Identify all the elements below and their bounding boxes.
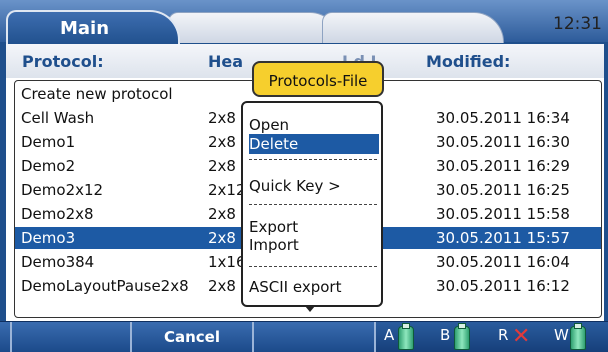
popup-pointer — [305, 306, 315, 312]
menu-divider — [249, 159, 377, 160]
protocol-name: Cell Wash — [21, 109, 95, 127]
menu-item-import[interactable]: Import — [249, 235, 379, 255]
protocol-name: DemoLayoutPause2x8 — [21, 277, 189, 295]
protocol-head: 2x8 — [208, 277, 236, 295]
protocol-modified: 30.05.2011 16:29 — [436, 157, 570, 175]
status-area: A B R ✕ W — [376, 322, 608, 352]
bottle-icon — [570, 323, 586, 350]
protocol-name: Demo2x12 — [21, 181, 104, 199]
column-head: Hea — [208, 52, 244, 71]
protocol-modified: 30.05.2011 16:04 — [436, 253, 570, 271]
protocol-head: 2x8 — [208, 109, 236, 127]
protocol-modified: 30.05.2011 15:57 — [436, 229, 570, 247]
protocols-file-menu: Open Delete Quick Key > Export Import AS… — [241, 101, 383, 307]
protocol-name: Demo2 — [21, 157, 76, 175]
status-label-r: R — [498, 326, 509, 344]
protocol-modified: 30.05.2011 16:25 — [436, 181, 570, 199]
protocol-name: Demo2x8 — [21, 205, 94, 223]
menu-divider — [249, 266, 377, 267]
cancel-button[interactable]: Cancel — [132, 322, 254, 352]
protocol-modified: 30.05.2011 16:34 — [436, 109, 570, 127]
protocol-head: 1x16 — [208, 253, 246, 271]
protocol-head: 2x8 — [208, 205, 236, 223]
x-icon: ✕ — [512, 324, 531, 349]
softkey-1[interactable] — [10, 322, 132, 352]
softkey-3[interactable] — [254, 322, 376, 352]
status-label-a: A — [384, 326, 395, 344]
protocol-name: Demo384 — [21, 253, 95, 271]
bottom-bar: Cancel A B R ✕ W — [0, 321, 608, 352]
protocol-head: 2x12 — [208, 181, 246, 199]
protocol-modified: 30.05.2011 16:30 — [436, 133, 570, 151]
tab-2[interactable] — [168, 12, 340, 43]
bottle-icon — [398, 323, 414, 350]
tab-main[interactable]: Main — [6, 10, 180, 46]
protocol-head: 2x8 — [208, 157, 236, 175]
tab-3[interactable] — [322, 12, 504, 43]
clock: 12:31 — [553, 14, 602, 34]
menu-item-delete[interactable]: Delete — [249, 134, 379, 154]
protocol-name: Create new protocol — [21, 85, 173, 103]
menu-item-quick-key[interactable]: Quick Key > — [249, 176, 379, 196]
protocol-head: 2x8 — [208, 229, 236, 247]
bottle-icon — [454, 323, 470, 350]
status-label-w: W — [554, 326, 569, 344]
menu-item-ascii-export[interactable]: ASCII export — [249, 277, 379, 297]
top-bar: Main 12:31 — [0, 0, 608, 46]
status-label-b: B — [440, 326, 451, 344]
menu-divider — [249, 204, 377, 205]
popup-title: Protocols-File — [252, 61, 384, 97]
column-protocol: Protocol: — [22, 52, 104, 71]
menu-item-open[interactable]: Open — [249, 115, 379, 135]
protocol-head: 2x8 — [208, 133, 236, 151]
menu-item-export[interactable]: Export — [249, 217, 379, 237]
protocol-modified: 30.05.2011 16:12 — [436, 277, 570, 295]
protocol-modified: 30.05.2011 15:58 — [436, 205, 570, 223]
protocol-name: Demo1 — [21, 133, 76, 151]
protocol-name: Demo3 — [21, 229, 76, 247]
column-modified: Modified: — [426, 52, 511, 71]
